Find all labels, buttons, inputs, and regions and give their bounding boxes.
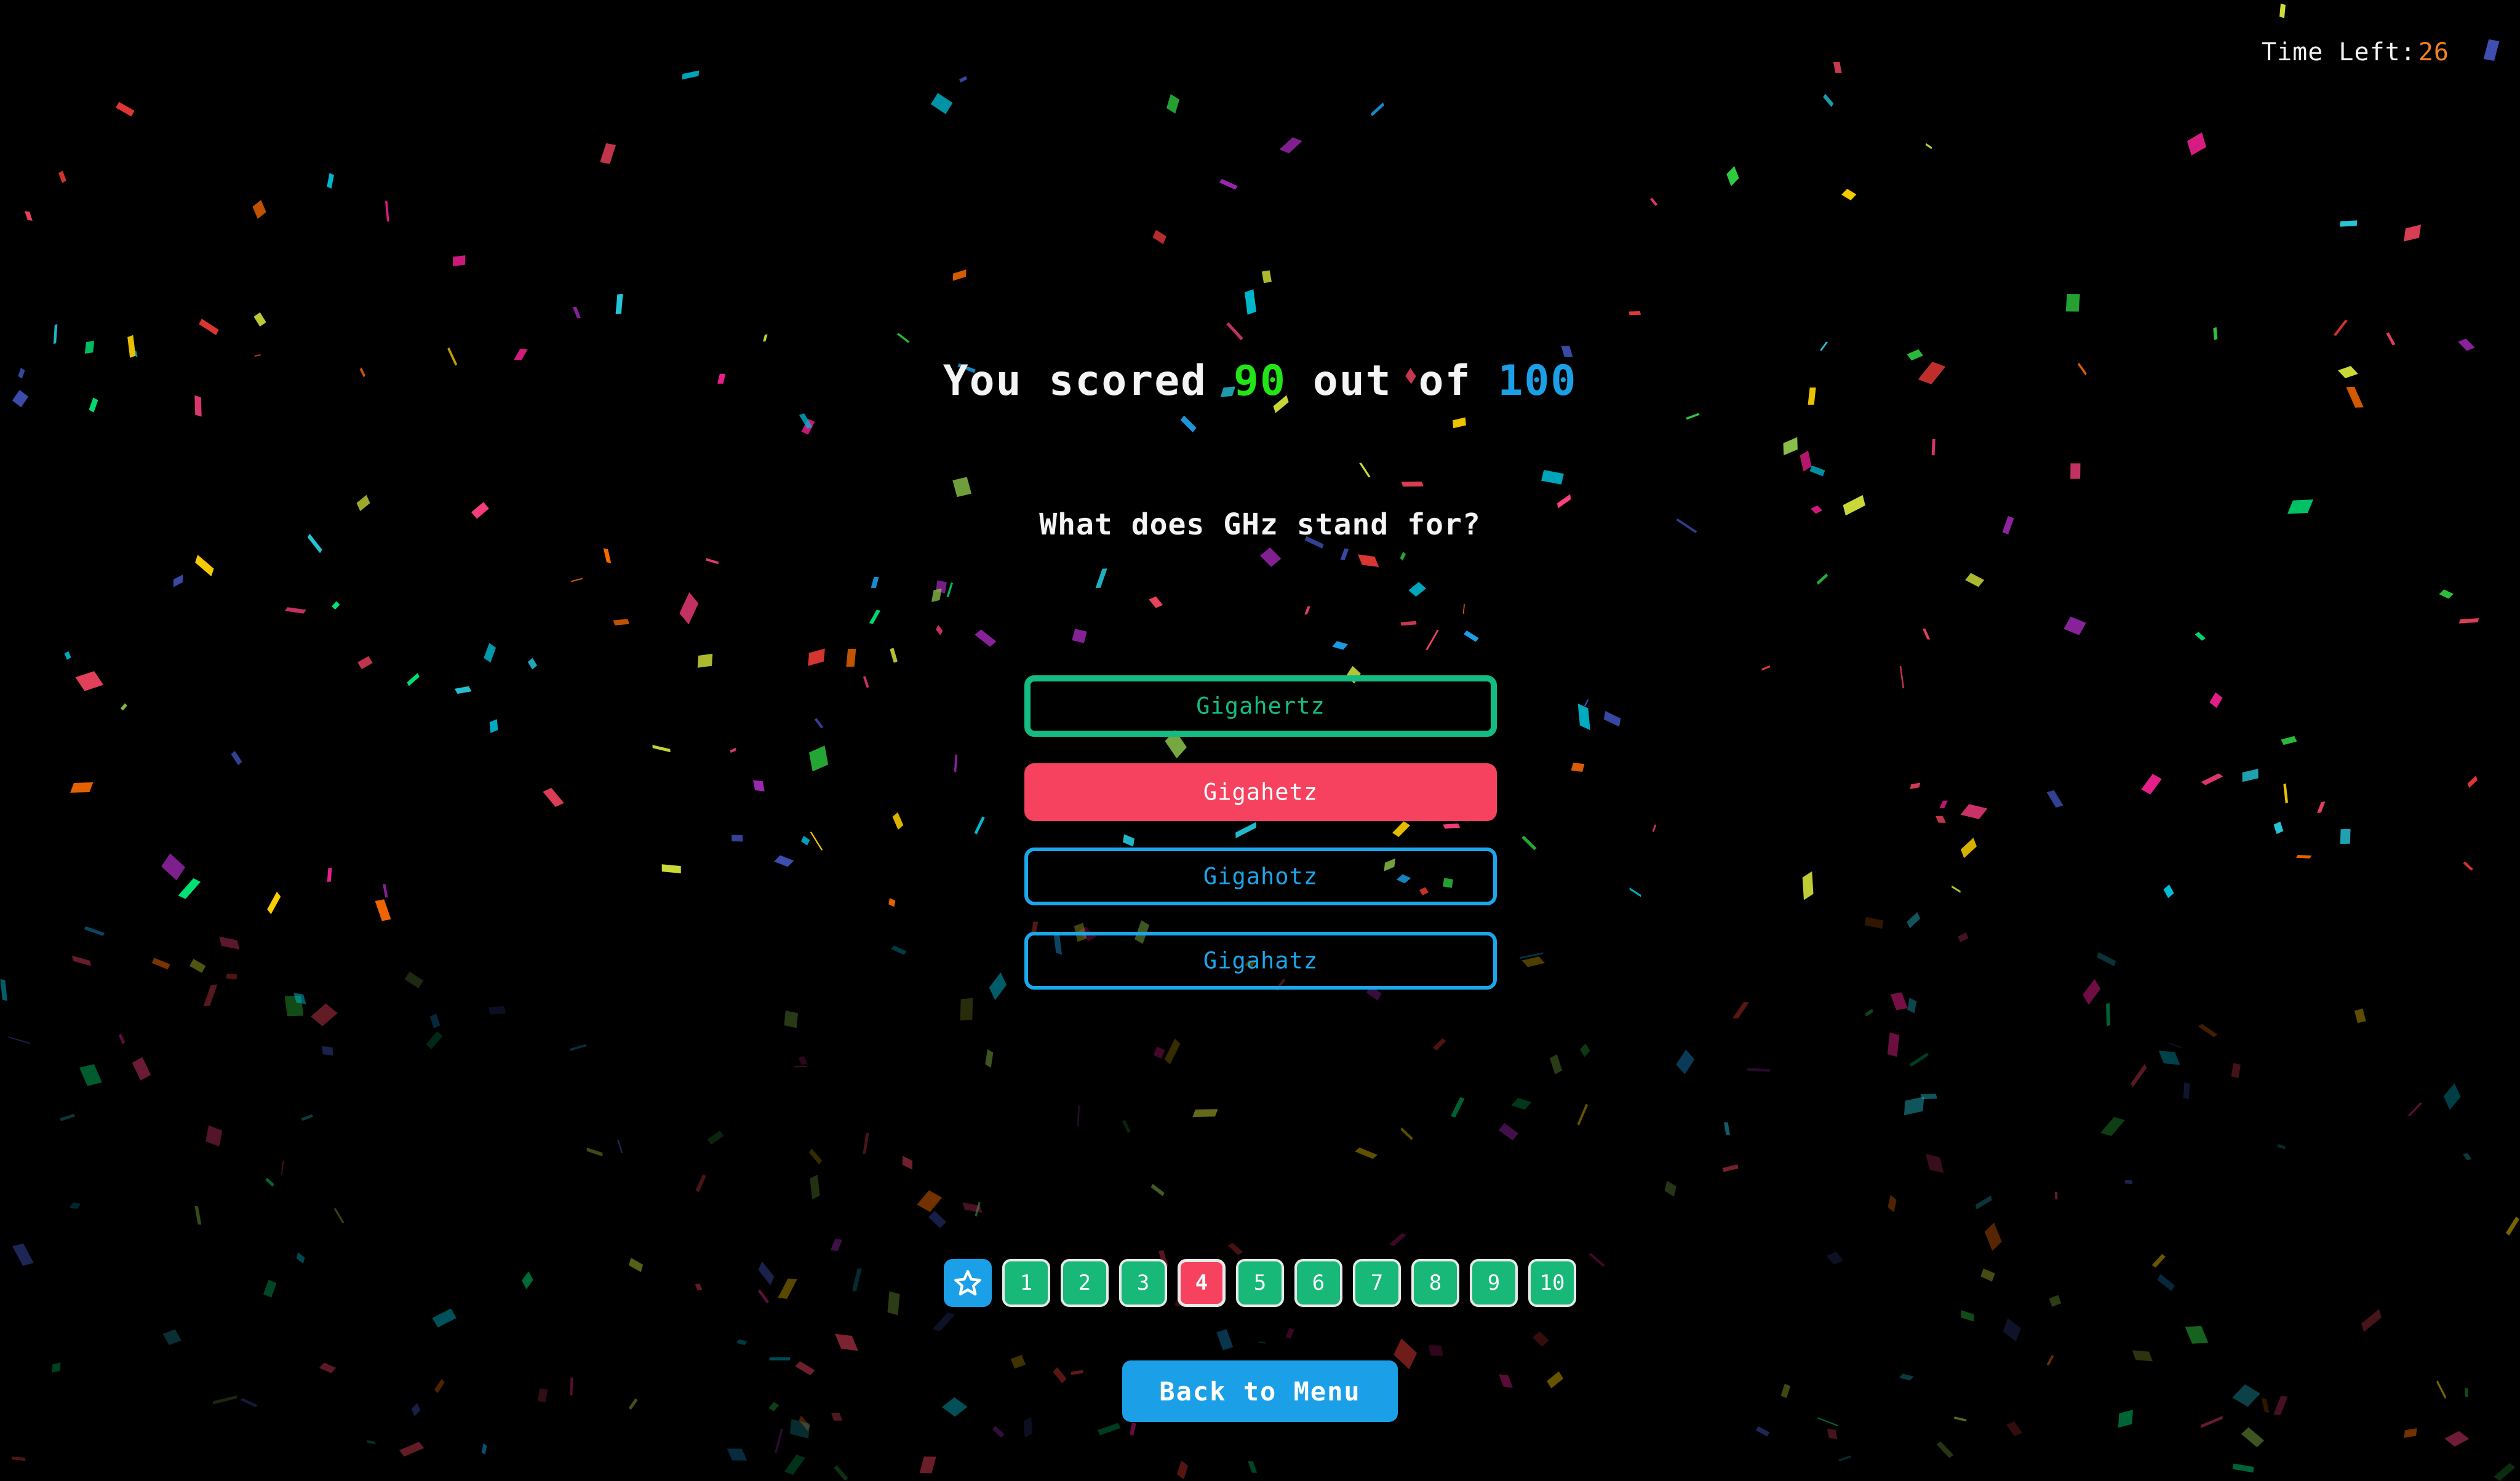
question-nav-item-3[interactable]: 3: [1119, 1259, 1167, 1307]
question-nav-label: 4: [1195, 1271, 1208, 1295]
question-nav-label: 1: [1019, 1271, 1033, 1295]
question-nav-label: 3: [1136, 1271, 1150, 1295]
footer-actions: Back to Menu: [0, 1360, 2520, 1422]
star-outline-icon: [953, 1268, 983, 1298]
score-summary: You scored 90 out of 100: [0, 357, 2520, 405]
time-left-value: 26: [2418, 38, 2449, 66]
question-nav-label: 7: [1370, 1271, 1384, 1295]
question-nav-item-2[interactable]: 2: [1061, 1259, 1109, 1307]
question-prompt: What does GHz stand for?: [1039, 507, 1481, 542]
question-nav-item-8[interactable]: 8: [1411, 1259, 1459, 1307]
time-left-indicator: Time Left: 26: [2262, 38, 2449, 66]
question-nav-item-9[interactable]: 9: [1470, 1259, 1518, 1307]
confetti-piece: [833, 1465, 848, 1481]
question-nav-label: 2: [1078, 1271, 1091, 1295]
answer-option-list: Gigahertz Gigahetz Gigahotz Gigahatz: [1024, 675, 1497, 1016]
answer-option-neutral-2[interactable]: Gigahatz: [1024, 932, 1497, 990]
question-nav-label: 9: [1487, 1271, 1501, 1295]
question-nav-item-5[interactable]: 5: [1236, 1259, 1284, 1307]
question-nav-label: 8: [1429, 1271, 1442, 1295]
question-nav-label: 10: [1539, 1271, 1565, 1295]
question-nav-item-4-current[interactable]: 4: [1178, 1259, 1226, 1307]
score-middle: out of: [1312, 357, 1472, 405]
answer-option-neutral-1[interactable]: Gigahotz: [1024, 848, 1497, 905]
question-nav-item-7[interactable]: 7: [1353, 1259, 1401, 1307]
score-prefix: You scored: [943, 357, 1208, 405]
score-total-value: 100: [1497, 357, 1577, 405]
answer-option-label: Gigahertz: [1196, 693, 1325, 720]
result-screen: You scored 90 out of 100 What does GHz s…: [0, 0, 2520, 1467]
answer-option-selected-wrong[interactable]: Gigahetz: [1024, 763, 1497, 821]
answer-option-label: Gigahatz: [1203, 947, 1318, 974]
question-nav-item-10[interactable]: 10: [1528, 1259, 1576, 1307]
summary-button[interactable]: [944, 1259, 992, 1307]
answer-option-label: Gigahotz: [1203, 863, 1318, 890]
back-to-menu-button[interactable]: Back to Menu: [1122, 1360, 1398, 1422]
score-earned-value: 90: [1234, 357, 1286, 405]
question-nav-label: 6: [1312, 1271, 1325, 1295]
question-navigation-bar: 1 2 3 4 5 6 7 8 9 10: [0, 1259, 2520, 1307]
question-nav-label: 5: [1253, 1271, 1267, 1295]
question-nav-item-6[interactable]: 6: [1294, 1259, 1342, 1307]
question-nav-item-1[interactable]: 1: [1002, 1259, 1050, 1307]
answer-option-correct[interactable]: Gigahertz: [1024, 675, 1497, 737]
time-left-label: Time Left:: [2262, 38, 2416, 66]
answer-option-label: Gigahetz: [1203, 779, 1318, 806]
